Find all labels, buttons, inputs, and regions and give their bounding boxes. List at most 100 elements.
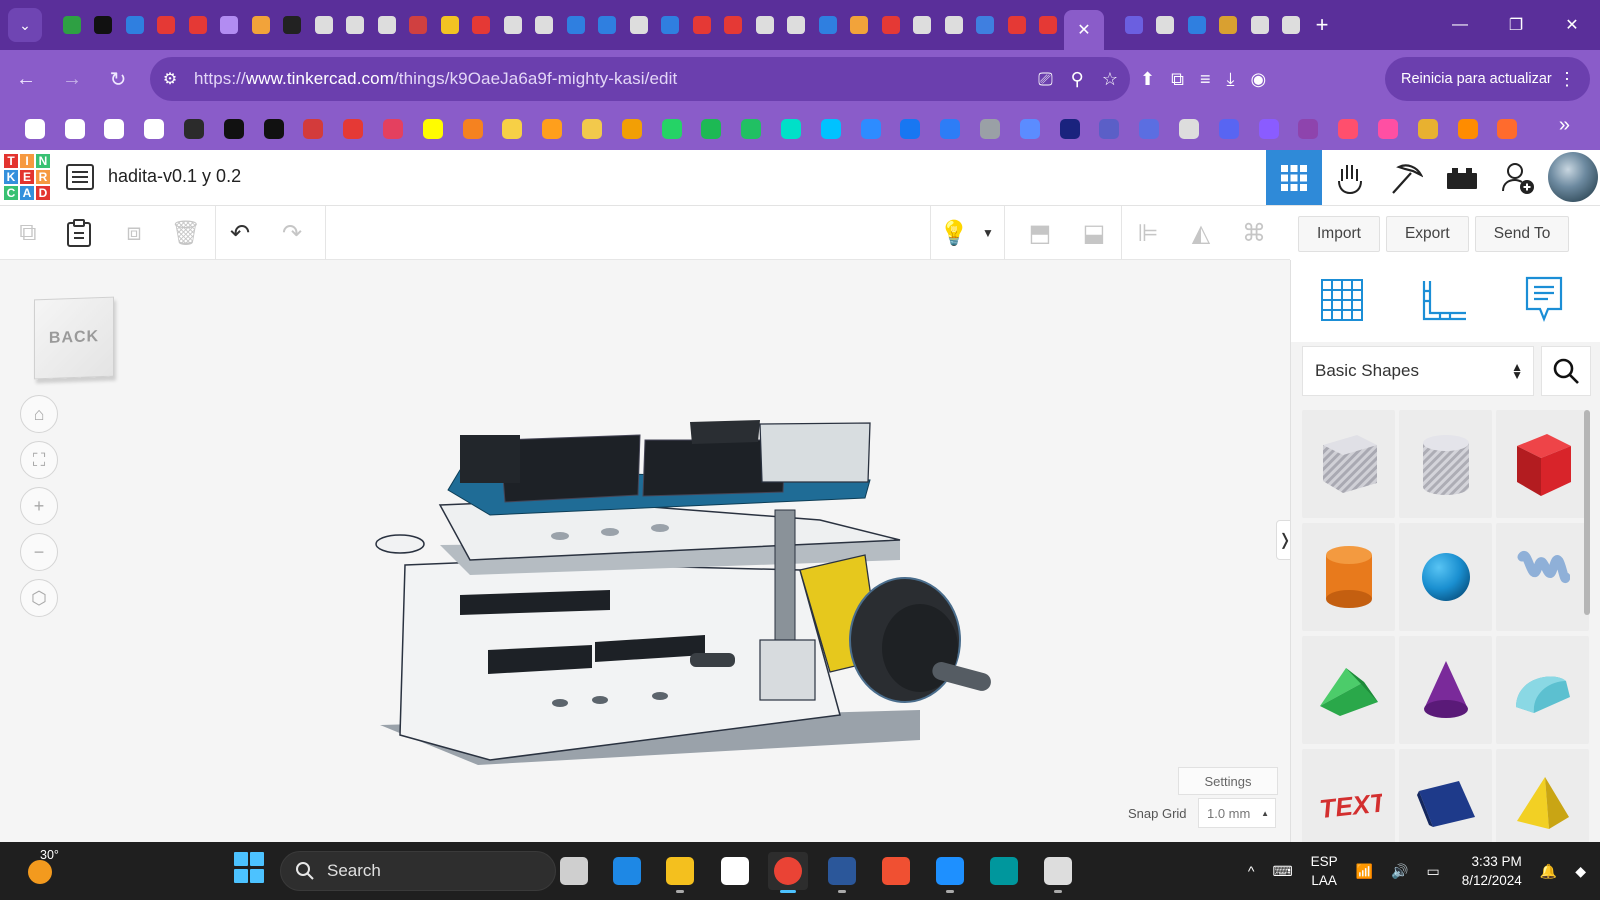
shape-search-button[interactable] — [1541, 346, 1591, 396]
menu-dots-icon[interactable]: ⋮ — [1558, 69, 1576, 90]
delete-icon[interactable]: 🗑 — [169, 216, 203, 250]
bookmark-13[interactable] — [493, 114, 533, 144]
bookmark-32[interactable] — [1249, 114, 1289, 144]
bookmark-38[interactable] — [1487, 114, 1527, 144]
browser-tab-31[interactable] — [1001, 7, 1033, 43]
browser-tab-28[interactable] — [907, 7, 939, 43]
bookmark-9[interactable] — [333, 114, 373, 144]
word-app[interactable] — [822, 852, 862, 893]
zoom-icon[interactable]: ⚲ — [1071, 69, 1084, 90]
browser-tab-8[interactable] — [277, 7, 309, 43]
bookmark-15[interactable] — [572, 114, 612, 144]
paste-icon[interactable] — [62, 216, 96, 250]
reading-list-icon[interactable]: ≡ — [1200, 69, 1211, 90]
redo-icon[interactable]: ↷ — [275, 216, 309, 250]
browser-trailing-tab-5[interactable] — [1244, 7, 1276, 43]
tinkercad-logo[interactable]: TINKERCAD — [3, 153, 51, 201]
arduino-ide-app[interactable] — [984, 852, 1024, 890]
bookmark-23[interactable] — [891, 114, 931, 144]
paint-app[interactable] — [930, 852, 970, 893]
bookmark-5[interactable] — [174, 114, 214, 144]
bookmark-17[interactable] — [652, 114, 692, 144]
notes-icon[interactable] — [1519, 274, 1569, 326]
update-button[interactable]: Reinicia para actualizar ⋮ — [1385, 57, 1590, 101]
bookmark-20[interactable] — [771, 114, 811, 144]
browser-tab-14[interactable] — [466, 7, 498, 43]
extensions-puzzle-icon[interactable]: ⧉ — [1171, 69, 1184, 90]
browser-trailing-tab-1[interactable] — [1118, 7, 1150, 43]
browser-tab-4[interactable] — [151, 7, 183, 43]
back-icon[interactable]: ← — [6, 59, 46, 99]
workplane-viewport[interactable]: BACK ⌂ ⛶ + − ⬡ ❭ Settings Snap Grid 1.0 … — [0, 260, 1294, 842]
browser-tab-16[interactable] — [529, 7, 561, 43]
copilot-icon[interactable]: ◆ — [1566, 863, 1600, 880]
active-tab[interactable]: ✕ — [1064, 10, 1104, 50]
shape-round-roof[interactable] — [1496, 636, 1589, 744]
site-info-icon[interactable]: ⚙ — [150, 69, 190, 89]
microsoft-store-app[interactable] — [607, 852, 647, 890]
bookmark-7[interactable] — [254, 114, 294, 144]
bookmark-16[interactable] — [612, 114, 652, 144]
fit-view-icon[interactable]: ⛶ — [20, 441, 58, 479]
address-bar[interactable]: ⚙ https://www.tinkercad.com/things/k9Oae… — [150, 57, 1130, 101]
browser-tab-26[interactable] — [844, 7, 876, 43]
browser-trailing-tab-3[interactable] — [1181, 7, 1213, 43]
shape-text[interactable]: TEXT — [1302, 749, 1395, 857]
weather-temperature[interactable]: 30° — [40, 848, 59, 862]
shape-polygon[interactable] — [1399, 749, 1492, 857]
address-url[interactable]: https://www.tinkercad.com/things/k9OaeJa… — [194, 69, 677, 89]
reload-icon[interactable]: ↻ — [98, 59, 138, 99]
snap-grid-select[interactable]: 1.0 mm ▲ — [1198, 798, 1276, 828]
shape-box-hole[interactable] — [1302, 410, 1395, 518]
bookmark-14[interactable] — [532, 114, 572, 144]
shape-scribble[interactable] — [1496, 523, 1589, 631]
task-view-app[interactable] — [554, 852, 594, 890]
browser-tab-15[interactable] — [497, 7, 529, 43]
battery-icon[interactable]: ▭ — [1418, 863, 1449, 880]
user-avatar[interactable] — [1548, 152, 1598, 202]
browser-tab-5[interactable] — [182, 7, 214, 43]
more-bookmarks-icon[interactable]: » — [1559, 114, 1570, 137]
browser-tab-10[interactable] — [340, 7, 372, 43]
bookmark-26[interactable] — [1010, 114, 1050, 144]
shape-category-select[interactable]: Basic Shapes ▲ ▼ — [1302, 346, 1534, 396]
new-tab-button[interactable]: + — [1307, 12, 1337, 38]
bookmark-6[interactable] — [214, 114, 254, 144]
shape-cylinder[interactable] — [1302, 523, 1395, 631]
bookmark-8[interactable] — [294, 114, 334, 144]
bookmark-28[interactable] — [1090, 114, 1130, 144]
shape-pyramid[interactable] — [1496, 749, 1589, 857]
browser-trailing-tab-2[interactable] — [1150, 7, 1182, 43]
git-app[interactable] — [876, 852, 916, 890]
shapes-scrollbar[interactable] — [1584, 410, 1590, 615]
3d-view-button[interactable] — [1266, 150, 1322, 205]
group-icon[interactable]: ⬒ — [1023, 216, 1057, 250]
tab-search-button[interactable]: ⌄ — [8, 8, 42, 42]
align-icon[interactable]: ⊫ — [1131, 216, 1165, 250]
notepad-app[interactable] — [715, 852, 755, 890]
bookmark-34[interactable] — [1328, 114, 1368, 144]
taskbar-search[interactable]: Search — [280, 851, 556, 891]
bookmark-30[interactable] — [1169, 114, 1209, 144]
close-tab-icon[interactable]: ✕ — [1077, 20, 1090, 40]
home-view-icon[interactable]: ⌂ — [20, 395, 58, 433]
browser-tab-22[interactable] — [718, 7, 750, 43]
browser-tab-27[interactable] — [875, 7, 907, 43]
sim-lab-button[interactable] — [1322, 150, 1378, 205]
shape-cylinder-hole[interactable] — [1399, 410, 1492, 518]
light-bulb-icon[interactable]: 💡 — [937, 216, 971, 250]
close-window-icon[interactable]: ✕ — [1544, 0, 1600, 50]
file-explorer-app[interactable] — [660, 852, 700, 893]
volume-icon[interactable]: 🔊 — [1382, 863, 1417, 880]
forward-icon[interactable]: → — [52, 59, 92, 99]
bookmark-31[interactable] — [1209, 114, 1249, 144]
bookmark-25[interactable] — [970, 114, 1010, 144]
bookmark-33[interactable] — [1289, 114, 1329, 144]
zoom-in-icon[interactable]: + — [20, 487, 58, 525]
bookmark-2[interactable] — [55, 114, 95, 144]
send-to-button[interactable]: Send To — [1474, 216, 1570, 252]
bookmark-24[interactable] — [930, 114, 970, 144]
bricks-button[interactable] — [1434, 150, 1490, 205]
browser-tab-2[interactable] — [88, 7, 120, 43]
browser-tab-20[interactable] — [655, 7, 687, 43]
